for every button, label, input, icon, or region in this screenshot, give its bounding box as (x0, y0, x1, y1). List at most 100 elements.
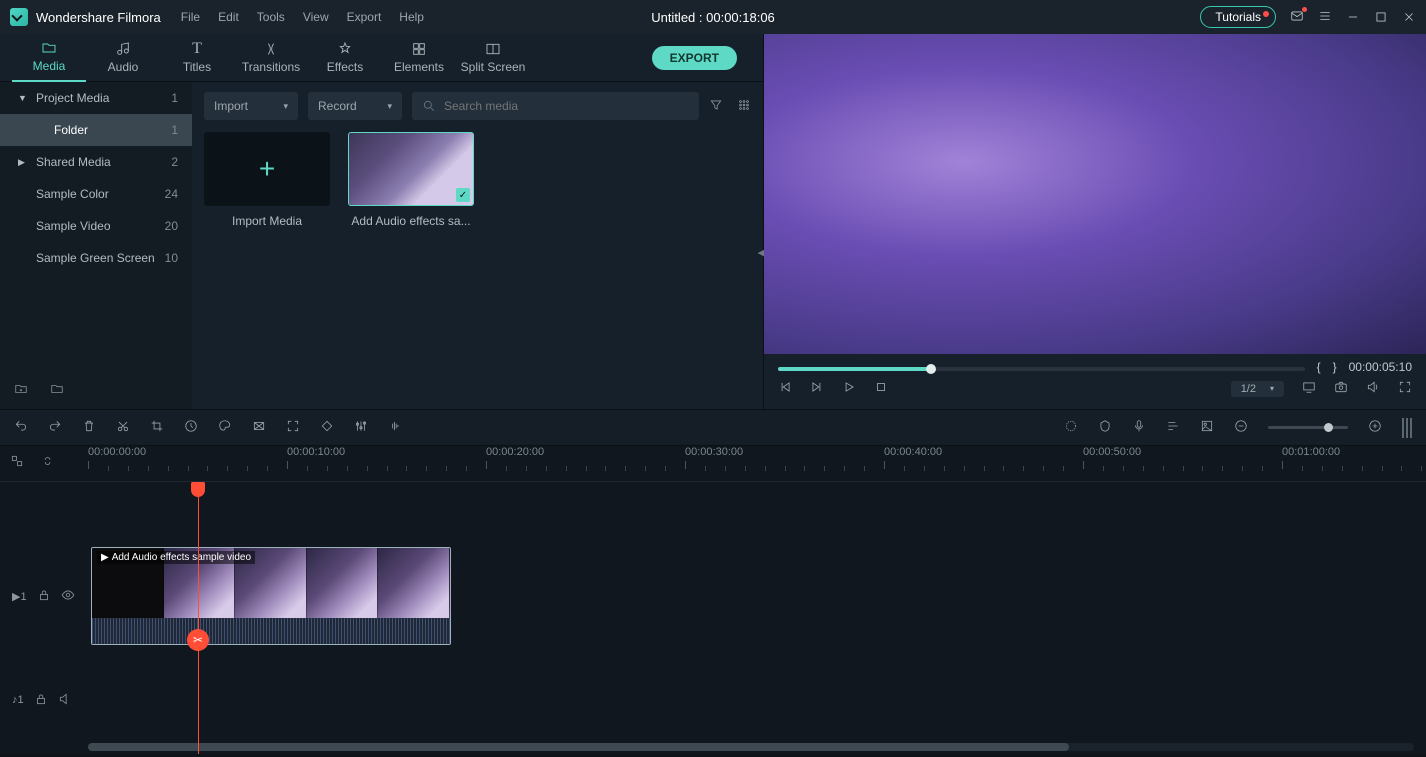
preview-scrubber[interactable] (778, 367, 1305, 371)
timeline-ruler[interactable]: 00:00:00:0000:00:10:0000:00:20:0000:00:3… (0, 446, 1426, 482)
mark-in-icon[interactable]: { (1317, 360, 1321, 374)
tab-split-screen[interactable]: Split Screen (456, 34, 530, 82)
menu-view[interactable]: View (303, 10, 329, 24)
snapshot-icon[interactable] (1334, 380, 1348, 397)
playhead[interactable]: ✂ (198, 482, 199, 754)
undo-button[interactable] (14, 419, 28, 436)
zoom-slider[interactable] (1268, 426, 1348, 429)
crop-button[interactable] (150, 419, 164, 436)
zoom-in-button[interactable] (1368, 419, 1382, 436)
magnet-icon[interactable] (40, 454, 54, 471)
link-tracks-icon[interactable] (10, 454, 24, 471)
picture-icon[interactable] (1200, 419, 1214, 436)
ruler-tick: 00:00:30:00 (685, 446, 743, 469)
import-dropdown[interactable]: Import▾ (204, 92, 298, 120)
video-track: ▶1 ▶Add Audio effects sample video (0, 547, 1426, 645)
plus-icon: + (204, 132, 330, 206)
preview-viewport[interactable] (764, 34, 1426, 354)
stop-button[interactable] (874, 380, 888, 397)
render-preview-icon[interactable] (1402, 418, 1412, 438)
preview-zoom-dropdown[interactable]: 1/2▾ (1231, 381, 1284, 397)
list-icon[interactable] (1318, 9, 1332, 26)
menu-help[interactable]: Help (399, 10, 424, 24)
ruler-tick: 00:00:40:00 (884, 446, 942, 469)
app-name: Wondershare Filmora (36, 10, 161, 25)
audio-track-label[interactable]: ♪A11 (12, 694, 24, 706)
clip-card-label: Add Audio effects sa... (348, 214, 474, 228)
lock-icon[interactable] (37, 588, 51, 605)
sidebar-item-folder[interactable]: Folder1 (0, 114, 192, 146)
tutorials-button[interactable]: Tutorials (1200, 6, 1276, 28)
minimize-button[interactable] (1346, 10, 1360, 24)
delete-button[interactable] (82, 419, 96, 436)
tab-media[interactable]: Media (12, 34, 86, 82)
volume-icon[interactable] (1366, 380, 1380, 397)
green-screen-button[interactable] (252, 419, 266, 436)
sidebar-item-project-media[interactable]: ▼Project Media1 (0, 82, 192, 114)
grid-view-icon[interactable] (737, 98, 751, 115)
ruler-tick: 00:00:10:00 (287, 446, 345, 469)
search-icon (422, 99, 436, 113)
search-input[interactable] (444, 99, 689, 113)
tab-audio[interactable]: Audio (86, 34, 160, 82)
menu-file[interactable]: File (181, 10, 200, 24)
title-bar: Wondershare Filmora File Edit Tools View… (0, 0, 1426, 34)
keyframe-button[interactable] (320, 419, 334, 436)
redo-button[interactable] (48, 419, 62, 436)
menu-export[interactable]: Export (347, 10, 382, 24)
play-button[interactable] (842, 380, 856, 397)
sidebar-item-sample-green[interactable]: Sample Green Screen10 (0, 242, 192, 274)
zoom-out-button[interactable] (1234, 419, 1248, 436)
import-card-label: Import Media (204, 214, 330, 228)
video-clip[interactable]: ▶Add Audio effects sample video (91, 547, 451, 645)
menu-edit[interactable]: Edit (218, 10, 239, 24)
timeline-toolbar (0, 409, 1426, 446)
voiceover-icon[interactable] (1132, 419, 1146, 436)
mail-icon[interactable] (1290, 9, 1304, 26)
maximize-button[interactable] (1374, 10, 1388, 24)
record-dropdown[interactable]: Record▾ (308, 92, 402, 120)
speed-button[interactable] (184, 419, 198, 436)
display-icon[interactable] (1302, 380, 1316, 397)
prev-frame-button[interactable] (778, 380, 792, 397)
razor-icon[interactable]: ✂ (187, 629, 209, 651)
eye-icon[interactable] (61, 588, 75, 605)
ruler-tick: 00:00:50:00 (1083, 446, 1141, 469)
mute-icon[interactable] (58, 692, 72, 709)
lock-icon[interactable] (34, 692, 48, 709)
auto-ripple-icon[interactable] (1064, 419, 1078, 436)
close-button[interactable] (1402, 10, 1416, 24)
menu-tools[interactable]: Tools (257, 10, 285, 24)
next-frame-button[interactable] (810, 380, 824, 397)
search-media[interactable] (412, 92, 699, 120)
timeline: 00:00:00:0000:00:10:0000:00:20:0000:00:3… (0, 446, 1426, 754)
audio-adjust-button[interactable] (388, 419, 402, 436)
sidebar-item-sample-video[interactable]: Sample Video20 (0, 210, 192, 242)
import-media-card[interactable]: + Import Media (204, 132, 330, 228)
media-sidebar: ▼Project Media1 Folder1 ▶Shared Media2 S… (0, 82, 192, 409)
ruler-tick: 00:01:00:00 (1282, 446, 1340, 469)
tab-effects[interactable]: Effects (308, 34, 382, 82)
tab-transitions[interactable]: Transitions (234, 34, 308, 82)
audio-mixer-icon[interactable] (1166, 419, 1180, 436)
timeline-scrollbar[interactable] (88, 743, 1414, 751)
sidebar-item-shared-media[interactable]: ▶Shared Media2 (0, 146, 192, 178)
app-logo-icon (10, 8, 28, 26)
color-button[interactable] (218, 419, 232, 436)
source-tabs: Media Audio TTitles Transitions Effects … (0, 34, 763, 82)
tab-elements[interactable]: Elements (382, 34, 456, 82)
media-clip-card[interactable]: ✓ Add Audio effects sa... (348, 132, 474, 228)
video-track-icon[interactable]: ▶1 (12, 590, 27, 603)
new-folder-icon[interactable] (14, 382, 28, 399)
fullscreen-icon[interactable] (1398, 380, 1412, 397)
cut-button[interactable] (116, 419, 130, 436)
marker-icon[interactable] (1098, 419, 1112, 436)
folder-icon[interactable] (50, 382, 64, 399)
filter-icon[interactable] (709, 98, 723, 115)
export-button[interactable]: EXPORT (652, 46, 737, 70)
mark-out-icon[interactable]: } (1333, 360, 1337, 374)
expand-button[interactable] (286, 419, 300, 436)
mixer-button[interactable] (354, 419, 368, 436)
sidebar-item-sample-color[interactable]: Sample Color24 (0, 178, 192, 210)
tab-titles[interactable]: TTitles (160, 34, 234, 82)
